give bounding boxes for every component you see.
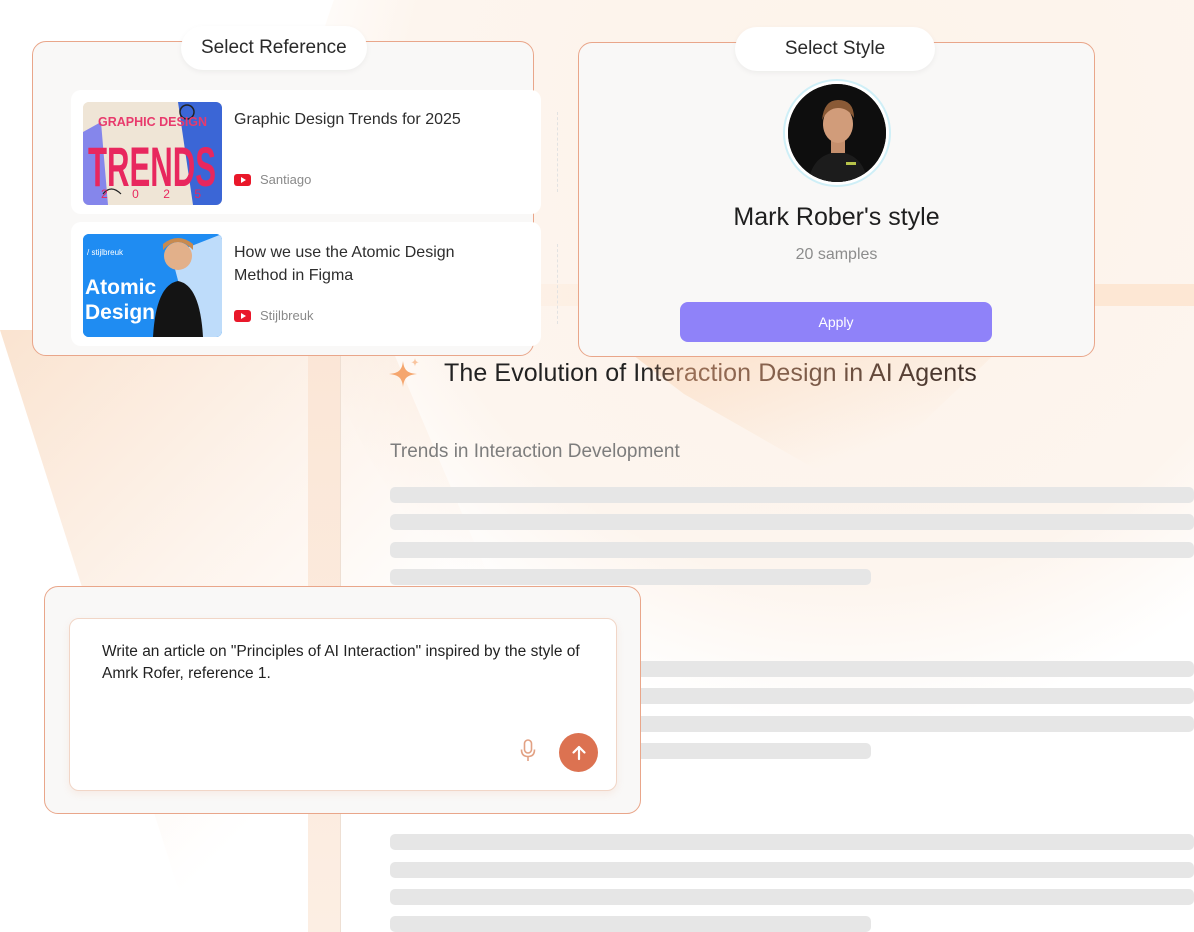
- avatar: [783, 79, 891, 187]
- reference-item[interactable]: GRAPHIC DESIGN TRENDS 2 0 2 5 Graphic De…: [71, 90, 558, 214]
- reference-title: Graphic Design Trends for 2025: [234, 111, 461, 128]
- skeleton-line: [390, 569, 871, 585]
- skeleton-line: [390, 542, 1194, 558]
- style-sample-count: 20 samples: [795, 246, 878, 263]
- style-name: Mark Rober's style: [733, 203, 940, 231]
- reference-source: Santiago: [234, 172, 311, 187]
- reference-panel-label: Select Reference: [181, 26, 367, 70]
- card-divider: [557, 244, 558, 324]
- video-thumbnail: / stijlbreuk Atomic Design: [83, 234, 222, 337]
- svg-text:/ stijlbreuk: / stijlbreuk: [87, 248, 124, 257]
- card-divider: [557, 112, 558, 192]
- youtube-icon: [234, 309, 251, 322]
- style-panel-label: Select Style: [735, 27, 935, 71]
- svg-text:Design: Design: [85, 301, 155, 324]
- video-thumbnail: GRAPHIC DESIGN TRENDS 2 0 2 5: [83, 102, 222, 205]
- skeleton-line: [390, 834, 1194, 850]
- avatar-photo: [788, 84, 886, 182]
- section-heading: Trends in Interaction Development: [390, 441, 680, 462]
- document-title-row: The Evolution of Interaction Design in A…: [388, 356, 977, 390]
- prompt-panel: Write an article on "Principles of AI In…: [44, 586, 641, 814]
- skeleton-line: [390, 916, 871, 932]
- style-panel: Select Style Mark Rober's style 20 sampl…: [578, 27, 1095, 357]
- skeleton-line: [390, 514, 1194, 530]
- skeleton-line: [390, 889, 1194, 905]
- reference-item[interactable]: / stijlbreuk Atomic Design How we use th…: [71, 222, 558, 346]
- arrow-up-icon: [571, 745, 586, 760]
- apply-button[interactable]: Apply: [680, 302, 992, 342]
- send-button[interactable]: [559, 733, 598, 772]
- skeleton-line: [390, 487, 1194, 503]
- prompt-input[interactable]: Write an article on "Principles of AI In…: [69, 618, 617, 791]
- svg-text:GRAPHIC DESIGN: GRAPHIC DESIGN: [98, 115, 207, 129]
- reference-source: Stijlbreuk: [234, 308, 313, 323]
- sparkle-icon: [389, 358, 419, 387]
- document-title: The Evolution of Interaction Design in A…: [444, 358, 977, 387]
- reference-title: How we use the Atomic Design Method in F…: [234, 244, 455, 284]
- youtube-icon: [234, 173, 251, 186]
- reference-panel: Select Reference GRAPHIC DESIGN TRENDS 2…: [32, 26, 558, 356]
- microphone-icon[interactable]: [518, 738, 538, 764]
- svg-text:Atomic: Atomic: [85, 276, 156, 299]
- reference-channel: Stijlbreuk: [260, 308, 314, 323]
- reference-channel: Santiago: [260, 172, 312, 187]
- skeleton-line: [390, 862, 1194, 878]
- prompt-text[interactable]: Write an article on "Principles of AI In…: [102, 641, 596, 685]
